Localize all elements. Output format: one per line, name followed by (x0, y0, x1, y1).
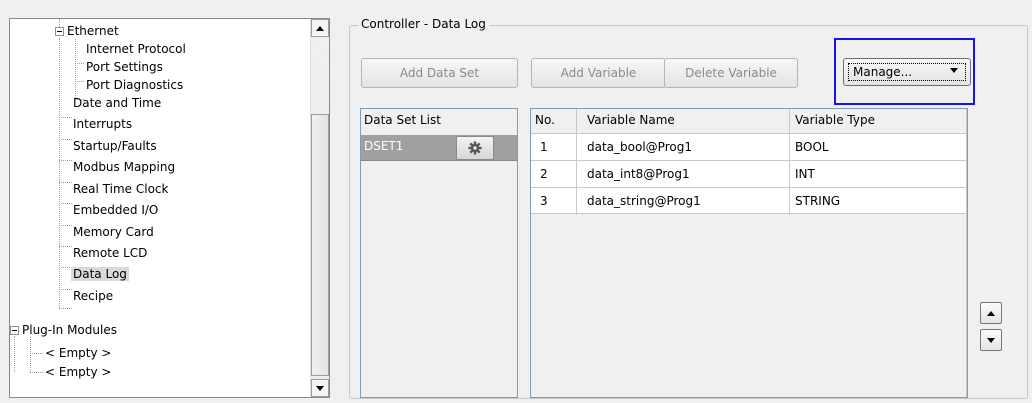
expander-plugin-modules[interactable] (10, 326, 19, 335)
data-set-settings-button[interactable] (456, 136, 494, 160)
data-set-list-header: Data Set List (364, 113, 441, 127)
tree-item-label: Data Log (71, 267, 129, 281)
group-title: Controller - Data Log (358, 17, 489, 31)
tree-line (30, 337, 31, 372)
tree-item-memory-card[interactable]: Memory Card (73, 223, 154, 241)
tree-line (30, 372, 43, 373)
manage-focus-rect: Manage... (848, 63, 966, 81)
manage-dropdown-button[interactable]: Manage... (843, 58, 971, 86)
tree-item-label: Port Settings (86, 60, 163, 74)
gear-icon (468, 141, 482, 155)
column-divider (966, 109, 967, 397)
tree-item-label: Date and Time (73, 96, 162, 110)
tree-item-port-settings[interactable]: Port Settings (86, 58, 163, 76)
tree-item-label: Port Diagnostics (86, 78, 184, 92)
tree-line (59, 117, 72, 118)
tree-line (75, 81, 84, 82)
chevron-down-icon (950, 68, 958, 73)
arrow-down-icon (987, 337, 995, 343)
cell-variable-type: INT (795, 167, 815, 181)
tree-item-remote-lcd[interactable]: Remote LCD (73, 244, 147, 262)
cell-variable-type: STRING (795, 194, 841, 208)
column-header-variable-type[interactable]: Variable Type (795, 113, 875, 127)
add-data-set-button[interactable]: Add Data Set (361, 58, 518, 88)
manage-label: Manage... (853, 65, 913, 79)
tree-item-empty-slot[interactable]: < Empty > (45, 344, 111, 362)
tree-item-port-diagnostics[interactable]: Port Diagnostics (86, 76, 183, 94)
tree-line (59, 139, 72, 140)
tree-item-plug-in-modules[interactable]: Plug-In Modules (22, 321, 117, 339)
cell-variable-name: data_bool@Prog1 (587, 140, 692, 154)
delete-variable-button[interactable]: Delete Variable (664, 58, 798, 88)
cell-no: 1 (540, 140, 548, 154)
table-row[interactable]: 2 data_int8@Prog1 INT (531, 160, 967, 187)
tree-item-label: Recipe (73, 289, 114, 303)
move-down-button[interactable] (980, 329, 1002, 351)
tree-item-startup-faults[interactable]: Startup/Faults (73, 137, 157, 155)
tree-item-real-time-clock[interactable]: Real Time Clock (73, 180, 168, 198)
tree-line (30, 353, 43, 354)
data-set-list[interactable]: Data Set List DSET1 (360, 108, 518, 398)
add-variable-button[interactable]: Add Variable (531, 58, 666, 88)
tree-item-recipe[interactable]: Recipe (73, 287, 113, 305)
tree-line (14, 336, 15, 372)
scroll-up-button[interactable] (311, 19, 329, 37)
table-row[interactable]: 1 data_bool@Prog1 BOOL (531, 133, 967, 160)
column-divider (576, 109, 577, 215)
tree-item-label: Internet Protocol (86, 42, 186, 56)
tree-line (59, 203, 72, 204)
tree-item-label: Memory Card (73, 225, 154, 239)
cell-no: 2 (540, 167, 548, 181)
tree-item-internet-protocol[interactable]: Internet Protocol (86, 40, 186, 58)
tree-item-label: < Empty > (45, 365, 112, 379)
tree-line (59, 19, 60, 27)
table-row[interactable]: 3 data_string@Prog1 STRING (531, 187, 967, 214)
tree-item-label: Embedded I/O (73, 203, 159, 217)
cell-variable-name: data_string@Prog1 (587, 194, 701, 208)
scroll-down-button[interactable] (311, 379, 329, 397)
column-header-variable-name[interactable]: Variable Name (587, 113, 675, 127)
scrollbar-thumb[interactable] (311, 114, 329, 376)
tree-item-label: Ethernet (67, 24, 119, 38)
tree-item-label: Modbus Mapping (73, 160, 176, 174)
tree-item-interrupts[interactable]: Interrupts (73, 115, 132, 133)
tree-item-label: Plug-In Modules (22, 323, 117, 337)
tree-item-ethernet[interactable]: Ethernet (67, 22, 119, 40)
tree-line (59, 182, 72, 183)
variable-table[interactable]: No. Variable Name Variable Type 1 data_b… (530, 108, 968, 398)
tree-item-label: Remote LCD (73, 246, 148, 260)
arrow-down-icon (316, 385, 324, 391)
tree-item-date-and-time[interactable]: Date and Time (73, 94, 161, 112)
tree-content: Ethernet Internet Protocol Port Settings… (10, 19, 310, 397)
tree-line (75, 39, 76, 100)
arrow-up-icon (316, 25, 324, 31)
column-header-no[interactable]: No. (535, 113, 555, 127)
tree-line (59, 160, 72, 161)
tree-item-modbus-mapping[interactable]: Modbus Mapping (73, 158, 175, 176)
tree-line (59, 308, 72, 309)
tree-line (59, 225, 72, 226)
data-set-name: DSET1 (364, 139, 404, 153)
tree-line (59, 246, 72, 247)
tree-item-label: Real Time Clock (73, 182, 169, 196)
move-up-button[interactable] (980, 302, 1002, 324)
arrow-up-icon (987, 310, 995, 316)
tree-line (59, 289, 72, 290)
cell-variable-type: BOOL (795, 140, 829, 154)
tree-item-label: Interrupts (73, 117, 133, 131)
data-set-row[interactable]: DSET1 (361, 135, 517, 161)
column-divider (789, 109, 790, 215)
expander-ethernet[interactable] (55, 27, 64, 36)
tree-item-empty-slot[interactable]: < Empty > (45, 363, 111, 381)
cell-variable-name: data_int8@Prog1 (587, 167, 690, 181)
cell-no: 3 (540, 194, 548, 208)
tree-item-data-log[interactable]: Data Log (71, 265, 129, 283)
tree-vertical-scrollbar[interactable] (310, 19, 329, 397)
tree-item-label: Startup/Faults (73, 139, 157, 153)
tree-line (75, 63, 84, 64)
tree-item-label: < Empty > (45, 346, 112, 360)
navigation-tree[interactable]: Ethernet Internet Protocol Port Settings… (9, 18, 330, 398)
tree-item-embedded-io[interactable]: Embedded I/O (73, 201, 158, 219)
